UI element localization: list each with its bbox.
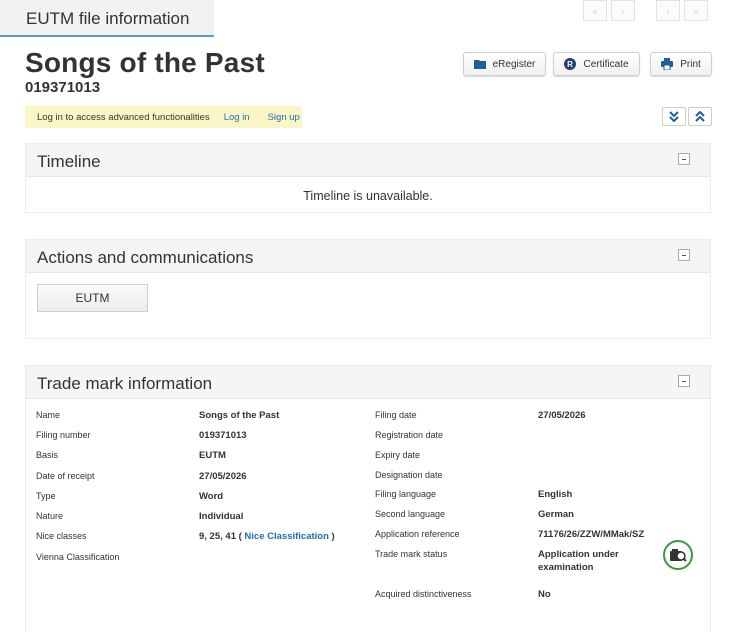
eregister-button[interactable]: eRegister [463,52,546,76]
trademark-section: Trade mark information [25,365,711,632]
application-reference-value: 71176/26/ZZW/MMak/SZ [538,529,645,540]
registered-icon: R [564,58,577,70]
basis-value: EUTM [199,450,226,461]
acquired-distinctiveness-label: Acquired distinctiveness [375,589,472,599]
svg-text:R: R [568,60,574,69]
expiry-date-label: Expiry date [375,450,421,460]
pager-left: « ‹ [583,0,635,21]
nature-label: Nature [36,511,64,521]
filing-language-value: English [538,489,573,500]
print-label: Print [680,58,701,70]
filing-date-value: 27/05/2026 [538,410,586,421]
acquired-distinctiveness-value: No [538,589,551,600]
nice-classes-numbers: 9, 25, 41 ( [199,531,245,542]
double-chevron-up-icon [695,111,705,122]
certificate-label: Certificate [583,58,629,70]
actions-header: Actions and communications [26,240,710,273]
filing-number-heading: 019371013 [25,79,101,96]
folder-icon [473,60,486,69]
eregister-label: eRegister [492,58,536,70]
login-notice-text: Log in to access advanced functionalitie… [37,111,210,123]
double-chevron-down-icon [669,111,679,122]
page-tab-title: EUTM file information [0,0,214,37]
date-of-receipt-label: Date of receipt [36,471,95,481]
nice-classes-suffix: ) [328,531,335,542]
registration-date-label: Registration date [375,430,444,440]
timeline-title: Timeline [37,152,101,171]
second-language-value: German [538,509,574,520]
printer-icon [661,58,674,70]
name-label: Name [36,410,61,420]
vienna-classification-label: Vienna Classification [36,552,120,562]
trademark-header: Trade mark information [26,366,710,399]
filing-number-label: Filing number [36,430,91,440]
basis-label: Basis [36,450,59,460]
designation-date-label: Designation date [375,470,443,480]
filing-date-label: Filing date [375,410,417,420]
timeline-collapse-icon[interactable] [678,153,690,165]
nice-classes-value: 9, 25, 41 ( Nice Classification ) [199,531,335,542]
first-page-icon[interactable]: « [583,0,607,21]
type-label: Type [36,491,56,501]
eutm-button[interactable]: EUTM [37,284,148,312]
trademark-status-value: Application under [538,549,619,560]
signup-link[interactable]: Sign up [268,112,300,123]
collapse-all-button[interactable] [688,107,712,126]
trademark-title: Trade mark information [37,374,213,393]
application-reference-label: Application reference [375,529,460,539]
timeline-header: Timeline [26,144,710,177]
page-title: Songs of the Past [25,47,265,78]
status-examination-icon [663,540,693,570]
second-language-label: Second language [375,509,446,519]
actions-section: Actions and communications EUTM [25,239,711,339]
filing-number-value: 019371013 [199,430,247,441]
date-of-receipt-value: 27/05/2026 [199,471,247,482]
next-page-icon[interactable]: › [656,0,680,21]
inspection-icon [670,549,687,562]
trademark-collapse-icon[interactable] [678,375,690,387]
name-value: Songs of the Past [199,410,280,421]
nice-classification-link[interactable]: Nice Classification [244,531,328,542]
login-link[interactable]: Log in [224,112,250,123]
filing-language-label: Filing language [375,489,437,499]
login-notice: Log in to access advanced functionalitie… [25,106,302,128]
actions-collapse-icon[interactable] [678,249,690,261]
actions-title: Actions and communications [37,248,254,267]
previous-page-icon[interactable]: ‹ [611,0,635,21]
certificate-button[interactable]: R Certificate [553,52,640,76]
type-value: Word [199,491,224,502]
last-page-icon[interactable]: » [684,0,708,21]
pager-right: › » [656,0,708,21]
nature-value: Individual [199,511,244,522]
trademark-status-value-line2: examination [538,562,594,573]
nice-classes-label: Nice classes [36,531,87,541]
timeline-unavailable-text: Timeline is unavailable. [303,189,433,203]
print-button[interactable]: Print [650,52,712,76]
trademark-status-label: Trade mark status [375,549,448,559]
timeline-section: Timeline Timeline is unavailable. [25,143,711,213]
expand-all-button[interactable] [662,107,686,126]
